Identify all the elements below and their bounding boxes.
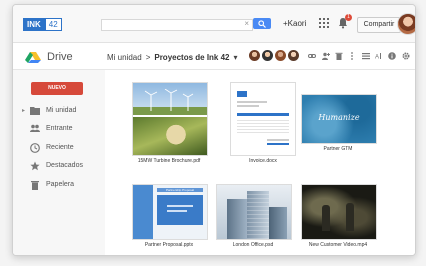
sidebar-item-label: Mi unidad: [46, 107, 77, 114]
google-drive-logo-icon: [25, 52, 41, 63]
search-button[interactable]: [253, 18, 271, 29]
user-profile-link[interactable]: +Kaori: [283, 19, 306, 28]
member-avatar[interactable]: [288, 50, 299, 61]
file-name: New Customer Video.mp4: [308, 242, 368, 248]
breadcrumb-root[interactable]: Mi unidad: [107, 53, 142, 62]
more-vert-icon[interactable]: [348, 52, 356, 60]
sidebar-item-my-drive[interactable]: ▸ Mi unidad: [13, 104, 105, 118]
link-icon[interactable]: [308, 52, 316, 60]
user-avatar[interactable]: [397, 13, 415, 35]
apps-grid-icon[interactable]: [319, 18, 329, 28]
file-thumbnail: [216, 184, 292, 240]
file-thumbnail: Humanize: [301, 94, 377, 144]
breadcrumb-current[interactable]: Proyectos de Ink 42: [154, 53, 229, 62]
sort-icon[interactable]: A: [375, 52, 383, 60]
search-input[interactable]: ×: [101, 19, 253, 31]
file-name: Invoice.docx: [249, 158, 277, 164]
notification-badge: 1: [345, 14, 352, 21]
sidebar-item-trash[interactable]: Papelera: [13, 178, 105, 192]
app-title: Drive: [47, 51, 73, 63]
file-thumbnail: Partnership Proposal: [132, 184, 208, 240]
file-name: London Office.psd: [232, 242, 274, 248]
info-icon[interactable]: [388, 52, 396, 60]
star-icon: [30, 161, 40, 171]
search-icon: [258, 20, 266, 28]
top-bar: INK 42 × +Kaori 1 Compartir: [13, 5, 415, 43]
member-avatar[interactable]: [249, 50, 260, 61]
thumbnail-text: Partnership Proposal: [157, 188, 203, 192]
file-name: 15MW Turbine Brochure.pdf: [137, 158, 201, 164]
ink42-logo[interactable]: INK 42: [23, 18, 62, 31]
trash-icon[interactable]: [335, 52, 343, 60]
sidebar: NUEVO ▸ Mi unidad Entrante Reciente Dest…: [13, 70, 105, 255]
share-button[interactable]: Compartir: [357, 17, 401, 33]
expand-caret-icon[interactable]: ▸: [22, 107, 25, 114]
app-window: INK 42 × +Kaori 1 Compartir Drive Mi uni…: [12, 4, 416, 256]
clear-search-icon[interactable]: ×: [244, 19, 249, 28]
new-button[interactable]: NUEVO: [31, 82, 83, 95]
member-avatar[interactable]: [275, 50, 286, 61]
logo-text: INK: [23, 18, 45, 31]
chevron-down-icon[interactable]: ▾: [234, 53, 238, 62]
sidebar-item-recent[interactable]: Reciente: [13, 141, 105, 155]
breadcrumb: Mi unidad > Proyectos de Ink 42 ▾: [107, 53, 238, 62]
sidebar-item-incoming[interactable]: Entrante: [13, 122, 105, 136]
file-thumbnail: [230, 82, 296, 156]
list-view-icon[interactable]: [362, 52, 370, 60]
folder-icon: [30, 107, 40, 115]
logo-number: 42: [44, 18, 62, 31]
file-thumbnail: [132, 82, 208, 156]
add-person-icon[interactable]: [322, 52, 330, 60]
sidebar-item-label: Destacados: [46, 162, 83, 169]
file-name: Partner Proposal.pptx: [144, 242, 194, 248]
sidebar-item-starred[interactable]: Destacados: [13, 159, 105, 173]
member-avatar[interactable]: [262, 50, 273, 61]
file-thumbnail: [301, 184, 377, 240]
svg-text:A: A: [375, 55, 379, 61]
people-icon: [30, 124, 40, 132]
file-grid: 15MW Turbine Brochure.pdf Invoice.docx H…: [106, 70, 415, 255]
sidebar-item-label: Papelera: [46, 181, 75, 188]
file-name: Partner GTM: [323, 146, 353, 152]
breadcrumb-separator-icon: >: [145, 53, 151, 62]
settings-gear-icon[interactable]: [402, 52, 410, 60]
sidebar-item-label: Entrante: [46, 125, 73, 132]
clock-icon: [30, 143, 40, 153]
sidebar-item-label: Reciente: [46, 144, 74, 151]
thumbnail-text: Humanize: [318, 113, 360, 122]
trash-icon: [31, 181, 39, 190]
drive-toolbar: Drive Mi unidad > Proyectos de Ink 42 ▾: [13, 43, 415, 70]
